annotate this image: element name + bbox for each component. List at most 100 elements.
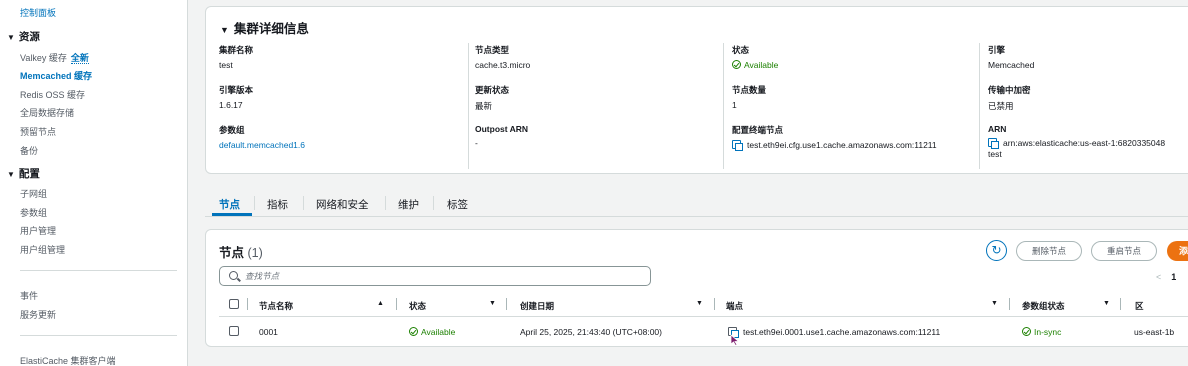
tab-maintenance[interactable]: 维护: [398, 197, 419, 212]
col-zone[interactable]: 区: [1135, 300, 1144, 312]
column-separator: [714, 298, 715, 310]
column-divider: [723, 43, 724, 169]
row-checkbox[interactable]: [229, 326, 239, 336]
cell-created: April 25, 2025, 21:43:40 (UTC+08:00): [520, 327, 662, 337]
header-divider: [219, 316, 1188, 317]
status-badge: Available: [732, 60, 977, 70]
arn-value-line2: test: [988, 149, 1002, 159]
cell-param-status: In-sync: [1022, 327, 1061, 337]
sidebar-item-events[interactable]: 事件: [20, 289, 38, 302]
field-node-type: 节点类型 cache.t3.micro: [475, 45, 531, 70]
sidebar-divider: [20, 335, 177, 336]
sort-asc-icon[interactable]: ▲: [377, 300, 384, 307]
search-icon: [229, 271, 238, 280]
parameter-group-link[interactable]: default.memcached1.6: [219, 140, 464, 150]
pagination: <1: [1156, 272, 1176, 282]
copy-icon[interactable]: [732, 140, 743, 151]
caret-down-icon: ▼: [7, 170, 15, 179]
copy-icon[interactable]: [988, 138, 999, 149]
cell-zone: us-east-1b: [1134, 327, 1175, 337]
config-endpoint-value: test.eth9ei.cfg.use1.cache.amazonaws.com…: [747, 140, 937, 150]
field-node-count: 节点数量 1: [732, 85, 767, 110]
sidebar: 控制面板 ▼ 资源 Valkey 缓存 全新 Memcached 缓存 Redis …: [0, 0, 188, 366]
refresh-button[interactable]: ↻: [986, 240, 1007, 261]
field-engine-version: 引擎版本 1.6.17: [219, 85, 254, 110]
sidebar-item-redis[interactable]: Redis OSS 缓存: [20, 88, 85, 101]
sidebar-section-config[interactable]: ▼ 配置: [7, 166, 40, 181]
caret-down-icon: ▼: [220, 25, 229, 35]
refresh-icon: ↻: [991, 243, 1002, 257]
reboot-node-button[interactable]: 重启节点: [1091, 241, 1157, 261]
sort-icon[interactable]: ▼: [696, 300, 703, 307]
tab-separator: [433, 196, 434, 210]
sidebar-item-cluster-client[interactable]: ElastiCache 集群客户端: [20, 354, 116, 366]
search-nodes: [219, 266, 651, 286]
sort-icon[interactable]: ▼: [489, 300, 496, 307]
sidebar-section-resources[interactable]: ▼ 资源: [7, 29, 40, 44]
column-separator: [247, 298, 248, 310]
field-engine: 引擎 Memcached: [988, 45, 1035, 70]
tab-metrics[interactable]: 指标: [267, 197, 288, 212]
caret-down-icon: ▼: [7, 33, 15, 42]
sidebar-item-reserved-nodes[interactable]: 预留节点: [20, 125, 56, 138]
tab-separator: [385, 196, 386, 210]
sidebar-item-memcached[interactable]: Memcached 缓存: [20, 69, 92, 82]
field-cluster-name: 集群名称 test: [219, 45, 254, 70]
sidebar-divider: [20, 270, 177, 271]
field-outpost-arn: Outpost ARN -: [475, 124, 529, 148]
field-update-status: 更新状态 最新: [475, 85, 510, 111]
chevron-left-icon[interactable]: <: [1156, 272, 1161, 282]
tab-tags[interactable]: 标签: [447, 197, 468, 212]
cell-status: Available: [409, 327, 455, 337]
field-status: 状态 Available: [732, 44, 977, 70]
check-circle-icon: [1022, 327, 1031, 336]
field-config-endpoint: 配置终端节点 test.eth9ei.cfg.use1.cache.amazon…: [732, 125, 937, 151]
select-all-checkbox[interactable]: [229, 299, 239, 309]
col-endpoint[interactable]: 端点: [726, 300, 743, 312]
page-number[interactable]: 1: [1171, 272, 1176, 282]
col-status[interactable]: 状态: [409, 300, 426, 312]
check-circle-icon: [732, 60, 741, 69]
sidebar-item-service-updates[interactable]: 服务更新: [20, 308, 56, 321]
check-circle-icon: [409, 327, 418, 336]
col-created[interactable]: 创建日期: [520, 300, 554, 312]
sidebar-item-valkey[interactable]: Valkey 缓存 全新: [20, 51, 89, 64]
sidebar-item-parameter-groups[interactable]: 参数组: [20, 206, 47, 219]
nodes-count: (1): [247, 246, 263, 260]
new-badge: 全新: [70, 53, 89, 64]
field-arn: ARN arn:aws:elasticache:us-east-1:682033…: [988, 124, 1188, 159]
tab-network-security[interactable]: 网络和安全: [316, 197, 369, 212]
field-encryption-in-transit: 传输中加密 已禁用: [988, 85, 1031, 111]
sidebar-item-user-management[interactable]: 用户管理: [20, 224, 56, 237]
cell-endpoint: test.eth9ei.0001.use1.cache.amazonaws.co…: [728, 327, 940, 338]
sidebar-item-global-datastore[interactable]: 全局数据存储: [20, 106, 74, 119]
sort-icon[interactable]: ▼: [1103, 300, 1110, 307]
column-separator: [506, 298, 507, 310]
mouse-cursor-icon: [730, 334, 740, 346]
active-tab-indicator: [212, 213, 252, 216]
add-node-button[interactable]: 添加: [1167, 241, 1188, 261]
column-separator: [1009, 298, 1010, 310]
sidebar-item-subnet-groups[interactable]: 子网组: [20, 187, 47, 200]
arn-value: arn:aws:elasticache:us-east-1:6820335048: [1003, 138, 1166, 148]
nodes-panel: 节点 (1) ↻ 删除节点 重启节点 添加 <1 节点名称 ▲ 状态 ▼ 创建日…: [205, 229, 1188, 347]
column-divider: [979, 43, 980, 169]
tab-separator: [303, 196, 304, 210]
col-param-group-status[interactable]: 参数组状态: [1022, 300, 1065, 312]
cluster-details-panel: ▼ 集群详细信息 集群名称 test 节点类型 cache.t3.micro 状态…: [205, 6, 1188, 174]
delete-node-button[interactable]: 删除节点: [1016, 241, 1082, 261]
sidebar-item-user-group-management[interactable]: 用户组管理: [20, 243, 65, 256]
field-parameter-group: 参数组 default.memcached1.6: [219, 124, 464, 150]
nodes-title: 节点: [219, 246, 245, 260]
tab-nodes[interactable]: 节点: [219, 197, 240, 212]
column-separator: [1120, 298, 1121, 310]
sidebar-item-dashboard[interactable]: 控制面板: [20, 6, 56, 19]
tab-separator: [254, 196, 255, 210]
search-input[interactable]: [245, 269, 645, 283]
cell-node-name: 0001: [259, 327, 278, 337]
col-node-name[interactable]: 节点名称: [259, 300, 293, 312]
sidebar-item-backups[interactable]: 备份: [20, 144, 38, 157]
cluster-details-toggle[interactable]: ▼ 集群详细信息: [220, 18, 309, 37]
sort-icon[interactable]: ▼: [991, 300, 998, 307]
panel-title: 集群详细信息: [233, 22, 309, 36]
